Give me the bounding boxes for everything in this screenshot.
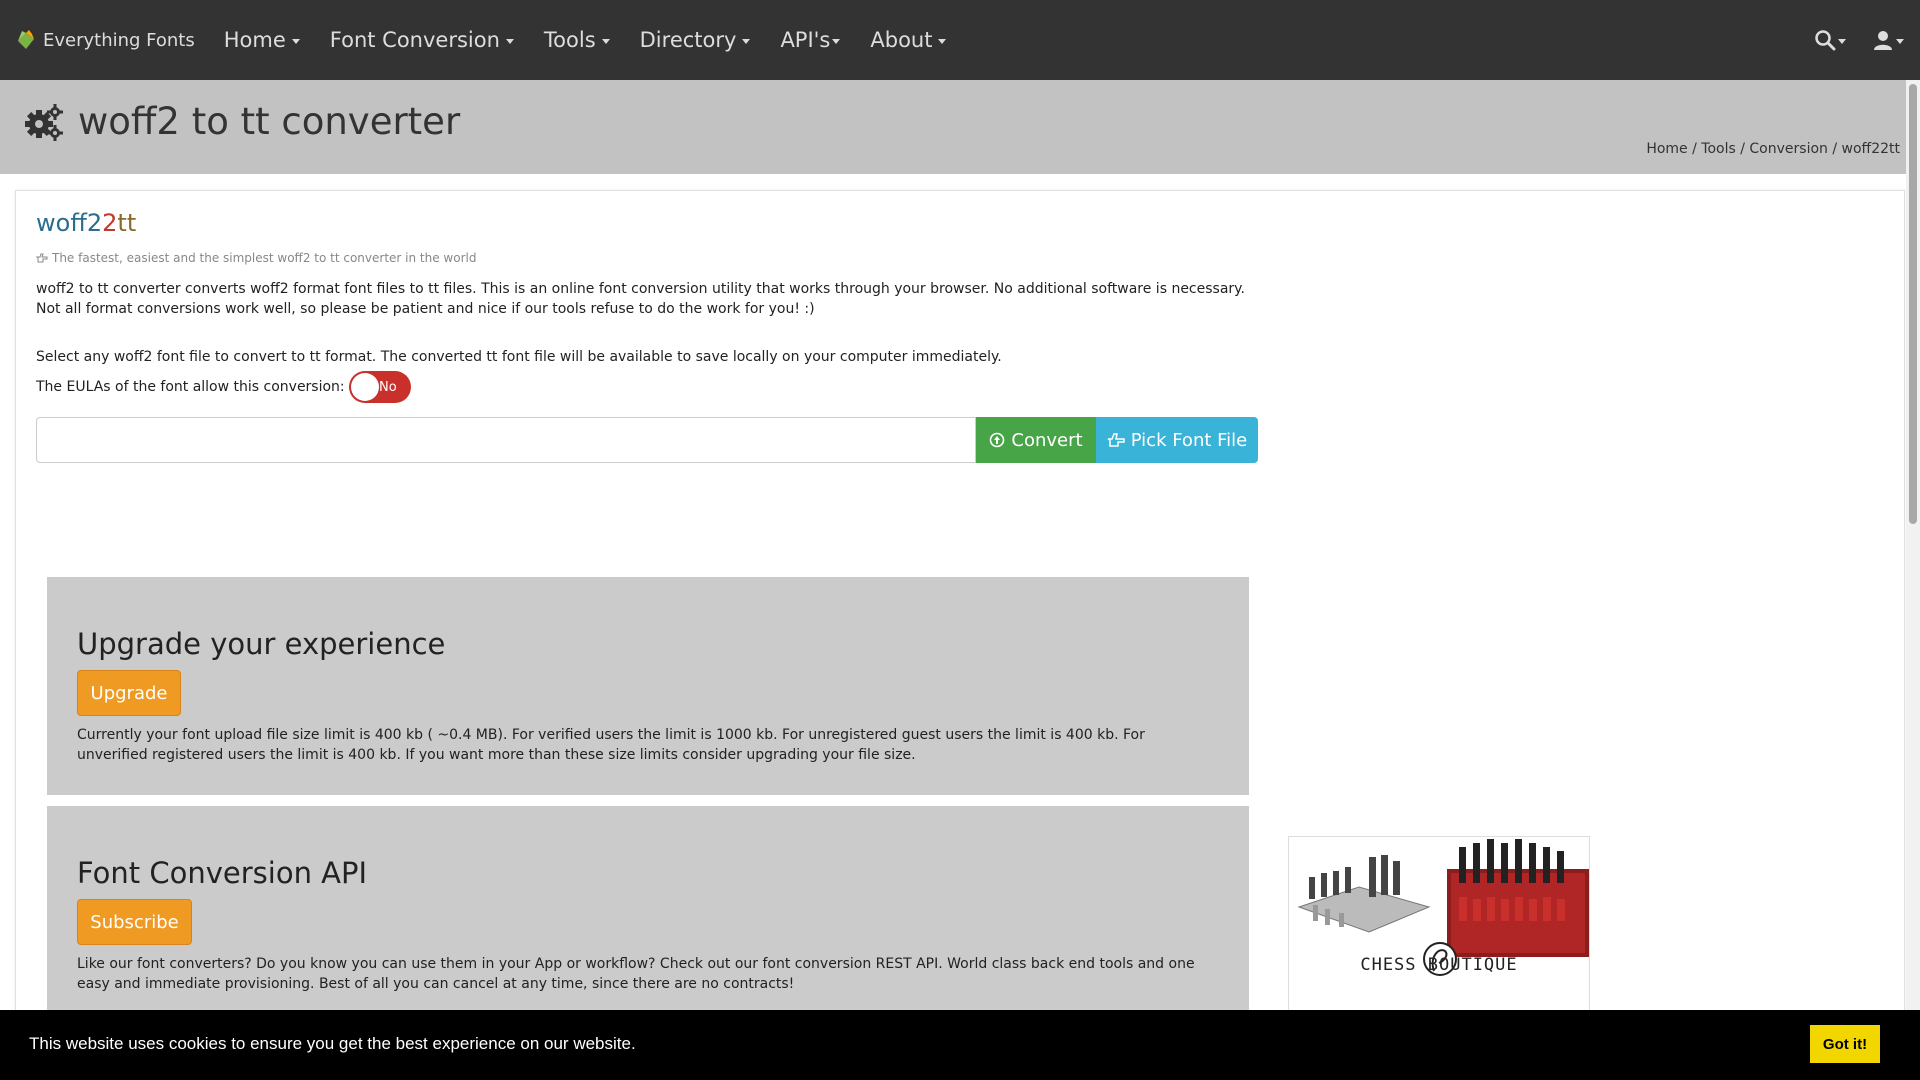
chevron-down-icon — [1838, 39, 1846, 44]
toggle-knob — [350, 373, 379, 401]
upload-circle-icon — [990, 432, 1005, 448]
eula-label: The EULAs of the font allow this convers… — [36, 379, 345, 395]
api-title: Font Conversion API — [77, 856, 368, 890]
upgrade-title: Upgrade your experience — [77, 627, 446, 661]
page-title-wrap: woff2 to tt converter — [24, 100, 460, 143]
page-scrollbar[interactable] — [1906, 80, 1920, 1080]
tagline: The fastest, easiest and the simplest wo… — [36, 251, 476, 265]
cookie-banner: This website uses cookies to ensure you … — [0, 1010, 1920, 1080]
chevron-down-icon — [742, 39, 751, 44]
breadcrumb: Home / Tools / Conversion / woff22tt — [1646, 141, 1900, 157]
nav-about-label: About — [870, 28, 933, 52]
tool-title-target: tt — [117, 209, 137, 237]
nav-home[interactable]: Home — [209, 28, 315, 52]
subscribe-button[interactable]: Subscribe — [77, 899, 192, 945]
cookie-text: This website uses cookies to ensure you … — [29, 1034, 636, 1053]
nav-tools-label: Tools — [543, 28, 596, 52]
brand-name: Everything Fonts — [43, 29, 195, 51]
hand-point-right-icon — [36, 253, 48, 263]
breadcrumb-home[interactable]: Home — [1646, 141, 1687, 157]
chevron-down-icon — [505, 39, 514, 44]
gears-icon — [25, 103, 63, 141]
chevron-down-icon — [832, 39, 841, 44]
tool-description: woff2 to tt converter converts woff2 for… — [36, 281, 1245, 317]
page-header: woff2 to tt converter Home / Tools / Con… — [0, 80, 1920, 174]
page-title: woff2 to tt converter — [78, 100, 461, 143]
hand-point-right-icon — [1107, 433, 1125, 447]
pick-font-file-button[interactable]: Pick Font File — [1096, 417, 1258, 463]
tool-title-to: 2 — [102, 209, 118, 237]
search-menu[interactable] — [1814, 29, 1846, 51]
breadcrumb-current: woff22tt — [1841, 141, 1900, 157]
main-content: woff22tt The fastest, easiest and the si… — [15, 190, 1905, 1066]
nav-font-conversion-label: Font Conversion — [329, 28, 500, 52]
pick-label: Pick Font File — [1130, 429, 1248, 451]
cookie-accept-button[interactable]: Got it! — [1810, 1025, 1880, 1063]
file-path-input[interactable] — [36, 417, 976, 463]
main-menu: Home Font Conversion Tools Directory API… — [209, 28, 962, 52]
tagline-text: The fastest, easiest and the simplest wo… — [52, 251, 477, 265]
tool-title: woff22tt — [36, 209, 136, 237]
convert-button[interactable]: Convert — [976, 417, 1096, 463]
search-icon — [1815, 30, 1836, 51]
brand-link[interactable]: Everything Fonts — [15, 29, 195, 51]
upload-row: Convert Pick Font File — [36, 417, 1258, 463]
nav-home-label: Home — [223, 28, 286, 52]
eula-toggle[interactable]: No — [348, 371, 411, 403]
chevron-down-icon — [601, 39, 610, 44]
api-text: Like our font converters? Do you know yo… — [77, 956, 1195, 992]
convert-label: Convert — [1011, 429, 1083, 451]
nav-right — [1814, 0, 1904, 80]
logo-icon — [18, 30, 34, 49]
nav-apis-label: API's — [780, 28, 831, 52]
breadcrumb-tools[interactable]: Tools — [1701, 141, 1736, 157]
upgrade-text: Currently your font upload file size lim… — [77, 727, 1145, 763]
eula-row: The EULAs of the font allow this convers… — [36, 371, 411, 403]
chevron-down-icon — [1896, 39, 1904, 44]
top-navbar: Everything Fonts Home Font Conversion To… — [0, 0, 1920, 80]
nav-tools[interactable]: Tools — [529, 28, 625, 52]
nav-about[interactable]: About — [855, 28, 961, 52]
ad-caption: CHESS BOUTIQUE — [1360, 955, 1518, 975]
user-menu[interactable] — [1872, 29, 1904, 51]
chevron-down-icon — [938, 39, 947, 44]
chevron-down-icon — [291, 39, 300, 44]
eula-toggle-label: No — [378, 379, 397, 395]
user-icon — [1874, 31, 1892, 50]
nav-directory-label: Directory — [639, 28, 737, 52]
nav-directory[interactable]: Directory — [625, 28, 766, 52]
nav-apis[interactable]: API's — [765, 28, 855, 52]
scrollbar-thumb[interactable] — [1909, 84, 1917, 524]
tool-title-from: woff2 — [36, 209, 103, 237]
upgrade-button[interactable]: Upgrade — [77, 670, 181, 716]
breadcrumb-conversion[interactable]: Conversion — [1749, 141, 1828, 157]
nav-font-conversion[interactable]: Font Conversion — [315, 28, 529, 52]
select-instructions: Select any woff2 font file to convert to… — [36, 349, 1002, 365]
upgrade-panel: Upgrade your experience Upgrade Currentl… — [47, 577, 1249, 795]
